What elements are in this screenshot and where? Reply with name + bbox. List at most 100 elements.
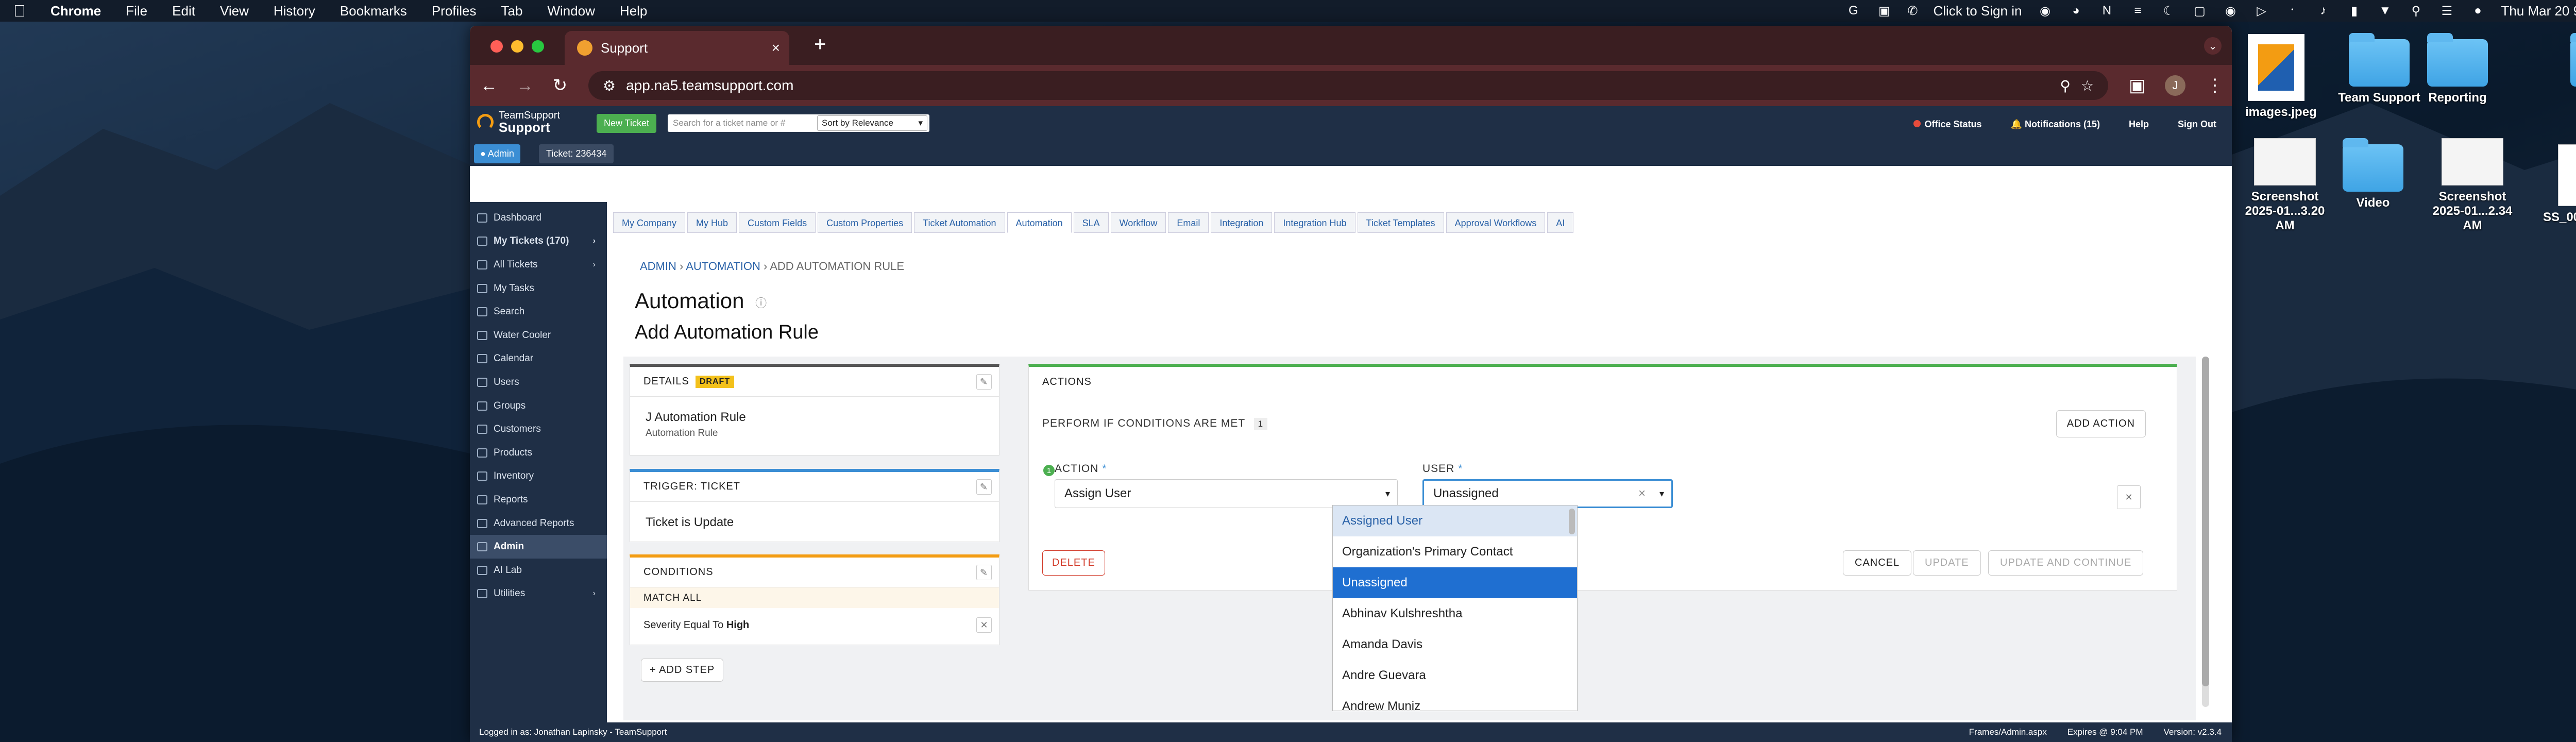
sidebar-item-groups[interactable]: Groups (470, 394, 607, 418)
tab-sla[interactable]: SLA (1073, 212, 1109, 233)
update-and-continue-button[interactable]: UPDATE AND CONTINUE (1988, 550, 2144, 576)
extensions-icon[interactable]: ▣ (2129, 75, 2145, 96)
notion-icon[interactable]: N (2099, 4, 2114, 18)
sidebar-item-admin[interactable]: Admin (470, 535, 607, 559)
sign-in-icon[interactable]: ✆ (1907, 4, 1918, 19)
condition-row[interactable]: Severity Equal To High ✕ (630, 608, 999, 642)
dropdown-option[interactable]: Andrew Muniz (1333, 691, 1577, 711)
desktop-icon-video[interactable]: Video (2342, 138, 2404, 210)
browser-tab[interactable]: Support × (565, 31, 789, 65)
ticket-search-input[interactable]: Search for a ticket name or # Sort by Re… (668, 114, 929, 132)
breadcrumb-automation[interactable]: AUTOMATION (686, 260, 760, 273)
tab-ticket-templates[interactable]: Ticket Templates (1357, 212, 1444, 233)
menubar-app-name[interactable]: Chrome (50, 3, 101, 19)
dropdown-option[interactable]: Organization's Primary Contact (1333, 536, 1577, 567)
tab-my-hub[interactable]: My Hub (687, 212, 737, 233)
reload-icon[interactable]: ↻ (552, 75, 568, 96)
sidebar-item-calendar[interactable]: Calendar (470, 347, 607, 371)
sidebar-item-advanced-reports[interactable]: Advanced Reports (470, 512, 607, 535)
delete-button[interactable]: DELETE (1042, 550, 1105, 576)
edit-pencil-icon[interactable]: ✎ (976, 374, 992, 390)
desktop-icon-j[interactable]: J (2570, 33, 2576, 105)
play-icon[interactable]: ▷ (2253, 4, 2269, 18)
apple-icon[interactable]:  (13, 2, 26, 21)
tab-automation[interactable]: Automation (1007, 212, 1072, 233)
record-icon[interactable]: ◉ (2223, 4, 2238, 18)
desktop-icon-reporting[interactable]: Reporting (2427, 33, 2488, 105)
tab-custom-properties[interactable]: Custom Properties (818, 212, 912, 233)
menu-tab[interactable]: Tab (501, 3, 523, 19)
sidebar-item-my-tasks[interactable]: My Tasks (470, 277, 607, 300)
edit-pencil-icon[interactable]: ✎ (976, 565, 992, 580)
action-select[interactable]: Assign User ▾ (1055, 479, 1398, 508)
main-scrollbar[interactable] (2202, 357, 2209, 707)
zoom-icon[interactable]: ⚲ (2060, 77, 2071, 94)
dropdown-option[interactable]: Abhinav Kulshreshtha (1333, 598, 1577, 629)
remove-action-icon[interactable]: ✕ (2117, 485, 2141, 509)
tab-custom-fields[interactable]: Custom Fields (739, 212, 816, 233)
menu-history[interactable]: History (274, 3, 315, 19)
tab-approval-workflows[interactable]: Approval Workflows (1446, 212, 1546, 233)
add-action-button[interactable]: ADD ACTION (2056, 410, 2146, 437)
bluetooth-icon[interactable]: ᛫ (2284, 4, 2300, 18)
tab-ticket-automation[interactable]: Ticket Automation (914, 212, 1005, 233)
menu-help[interactable]: Help (620, 3, 647, 19)
teamsupport-logo[interactable]: TeamSupport Support (477, 110, 560, 134)
sort-select[interactable]: Sort by Relevance ▾ (817, 115, 927, 131)
menu-bookmarks[interactable]: Bookmarks (340, 3, 407, 19)
sidebar-item-reports[interactable]: Reports (470, 488, 607, 512)
info-icon[interactable]: ⓘ (755, 297, 767, 310)
user-select[interactable]: Unassigned × ▾ (1422, 479, 1673, 508)
stack-icon[interactable]: ≡ (2130, 4, 2145, 18)
tab-workflow[interactable]: Workflow (1110, 212, 1166, 233)
menu-edit[interactable]: Edit (172, 3, 195, 19)
tab-search-icon[interactable]: ⌄ (2204, 37, 2222, 55)
click-to-sign-in[interactable]: Click to Sign in (1933, 3, 2022, 19)
cancel-button[interactable]: CANCEL (1843, 550, 1912, 576)
tab-my-company[interactable]: My Company (613, 212, 686, 233)
site-info-icon[interactable]: ⚙ (603, 77, 616, 94)
tab-email[interactable]: Email (1168, 212, 1209, 233)
new-tab-icon[interactable]: + (814, 33, 826, 56)
address-bar[interactable]: ⚙ app.na5.teamsupport.com ⚲ ☆ (588, 71, 2108, 100)
maximize-window-button[interactable] (532, 40, 544, 53)
sidebar-item-products[interactable]: Products (470, 441, 607, 465)
dropdown-option[interactable]: Amanda Davis (1333, 629, 1577, 660)
sidebar-item-my-tickets[interactable]: My Tickets (170) › (470, 230, 607, 254)
siri-icon[interactable]: ● (2470, 4, 2485, 18)
sidebar-item-inventory[interactable]: Inventory (470, 465, 607, 488)
menu-view[interactable]: View (220, 3, 249, 19)
forward-icon[interactable]: → (516, 76, 534, 96)
add-step-button[interactable]: + ADD STEP (641, 659, 724, 682)
tab-integration-hub[interactable]: Integration Hub (1274, 212, 1355, 233)
breadcrumb-admin[interactable]: ADMIN (640, 260, 676, 273)
desktop-icon-team-support[interactable]: Team Support (2338, 33, 2420, 105)
dropdown-scrollbar[interactable] (1569, 509, 1575, 534)
display-icon[interactable]: ▢ (2192, 4, 2207, 18)
menu-file[interactable]: File (126, 3, 147, 19)
dropdown-option[interactable]: Assigned User (1333, 505, 1577, 536)
grammarly-icon[interactable]: ◉ (2037, 4, 2053, 18)
dropdown-option[interactable]: Andre Guevara (1333, 660, 1577, 691)
sidebar-item-users[interactable]: Users (470, 370, 607, 394)
google-icon[interactable]: G (1845, 4, 1861, 18)
sound-icon[interactable]: ♪ (2315, 4, 2331, 18)
search-icon[interactable]: ⚲ (2408, 4, 2424, 18)
tab-integration[interactable]: Integration (1211, 212, 1273, 233)
help-link[interactable]: Help (2129, 119, 2149, 130)
sidebar-item-water-cooler[interactable]: Water Cooler (470, 324, 607, 347)
desktop-icon-images[interactable]: images.jpeg (2245, 34, 2317, 120)
notifications-link[interactable]: 🔔 Notifications (15) (2011, 119, 2100, 130)
menu-window[interactable]: Window (547, 3, 595, 19)
browser-menu-icon[interactable]: ⋮ (2206, 75, 2224, 96)
new-ticket-button[interactable]: New Ticket (597, 114, 657, 133)
desktop-icon-screenshot-1[interactable]: Screenshot 2025-01...3.20 AM (2226, 138, 2344, 233)
tab-ai[interactable]: AI (1547, 212, 1574, 233)
ticket-pill[interactable]: Ticket: 236434 (539, 144, 614, 163)
desktop-icon-screenshot-2[interactable]: Screenshot 2025-01...2.34 AM (2413, 138, 2532, 233)
clear-icon[interactable]: × (1638, 486, 1646, 501)
sidebar-item-ai-lab[interactable]: AI Lab (470, 559, 607, 582)
sign-out-link[interactable]: Sign Out (2178, 119, 2216, 130)
sidebar-item-utilities[interactable]: Utilities › (470, 582, 607, 606)
minimize-window-button[interactable] (511, 40, 523, 53)
